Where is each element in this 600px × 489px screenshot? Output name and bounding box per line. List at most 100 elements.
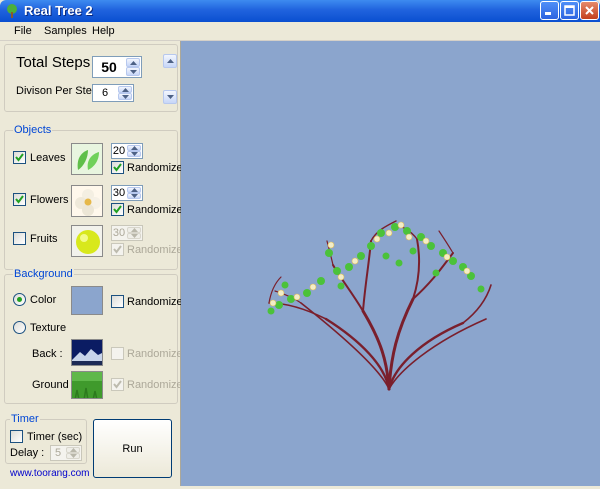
division-up-button[interactable]: [118, 86, 132, 93]
chevron-up-icon: [130, 60, 137, 65]
total-steps-up-button[interactable]: [126, 58, 140, 67]
tree-icon: [7, 4, 17, 18]
texture-radio[interactable]: [13, 321, 26, 334]
scroll-up-button[interactable]: [163, 54, 177, 68]
stepper-arrows: [118, 86, 132, 100]
division-per-step-stepper[interactable]: 6: [92, 84, 134, 102]
back-label: Back :: [32, 348, 63, 360]
fruits-thumbnail[interactable]: [71, 225, 103, 257]
fruit-icon: [76, 230, 100, 254]
delay-down-button[interactable]: [66, 453, 80, 459]
leaves-count-down-button[interactable]: [127, 151, 141, 157]
menu-help[interactable]: Help: [92, 25, 115, 37]
flowers-count-stepper[interactable]: 30: [111, 185, 143, 201]
steps-group: Total Steps 50 Divison Per Step 6: [4, 44, 178, 112]
leaves-randomize-label: Randomize: [127, 162, 183, 174]
ground-texture-thumbnail[interactable]: [71, 371, 103, 399]
title-bar[interactable]: Real Tree 2: [0, 0, 600, 22]
division-down-button[interactable]: [118, 93, 132, 100]
stepper-arrows: [126, 58, 140, 76]
leaves-randomize-checkbox[interactable]: [111, 161, 124, 174]
leaves-thumbnail[interactable]: [71, 143, 103, 175]
color-radio[interactable]: [13, 293, 26, 306]
total-steps-value: 50: [101, 59, 117, 75]
flowers-count-down-button[interactable]: [127, 193, 141, 199]
menu-file[interactable]: File: [14, 25, 32, 37]
checkmark-icon: [113, 163, 122, 172]
ground-randomize-label: Randomize: [127, 379, 183, 391]
chevron-down-icon: [131, 194, 138, 198]
objects-group-title: Objects: [13, 124, 53, 136]
control-panel: Total Steps 50 Divison Per Step 6 Object…: [0, 41, 183, 486]
render-canvas[interactable]: [181, 41, 600, 486]
flowers-checkbox[interactable]: [13, 193, 26, 206]
chevron-down-icon: [131, 234, 138, 238]
flowers-count-value: 30: [112, 187, 126, 199]
chevron-up-icon: [70, 448, 77, 452]
leaves-checkbox[interactable]: [13, 151, 26, 164]
back-randomize-label: Randomize: [127, 348, 183, 360]
flower-icon: [75, 189, 101, 216]
close-button[interactable]: [580, 1, 599, 20]
color-randomize-checkbox[interactable]: [111, 295, 124, 308]
checkmark-icon: [113, 380, 122, 389]
timer-group: Timer Timer (sec) Delay : 5: [5, 413, 87, 464]
minimize-button[interactable]: [540, 1, 559, 20]
flowers-thumbnail[interactable]: [71, 185, 103, 217]
website-link[interactable]: www.toorang.com: [10, 468, 89, 479]
color-swatch[interactable]: [71, 286, 103, 315]
run-button[interactable]: Run: [93, 419, 172, 478]
close-icon: [585, 6, 594, 15]
delay-label: Delay :: [10, 447, 45, 459]
color-label: Color: [30, 294, 57, 306]
leaves-count-stepper[interactable]: 20: [111, 143, 143, 159]
stepper-arrows: [127, 187, 141, 199]
timer-checkbox[interactable]: [10, 430, 23, 443]
total-steps-down-button[interactable]: [126, 67, 140, 76]
stepper-arrows: [127, 145, 141, 157]
color-randomize-label: Randomize: [127, 296, 183, 308]
ground-randomize-checkbox[interactable]: [111, 378, 124, 391]
fruits-label: Fruits: [30, 233, 58, 245]
fruits-count-stepper[interactable]: 30: [111, 225, 143, 241]
division-per-step-value: 6: [101, 87, 109, 99]
flowers-label: Flowers: [30, 194, 69, 206]
texture-label: Texture: [30, 322, 67, 334]
checkmark-icon: [113, 205, 122, 214]
menu-samples[interactable]: Samples: [44, 25, 87, 37]
total-steps-label: Total Steps: [16, 54, 91, 71]
leaves-label: Leaves: [30, 152, 66, 164]
delay-value: 5: [54, 447, 62, 459]
window-title: Real Tree 2: [24, 3, 93, 18]
radio-selected-dot: [17, 297, 22, 302]
maximize-icon: [564, 5, 575, 16]
scroll-down-button[interactable]: [163, 90, 177, 104]
flowers-randomize-checkbox[interactable]: [111, 203, 124, 216]
fruits-count-down-button[interactable]: [127, 233, 141, 239]
chevron-down-icon: [70, 454, 77, 458]
background-group: Background Color Randomize Texture Back …: [4, 268, 183, 404]
total-steps-stepper[interactable]: 50: [92, 56, 142, 78]
background-group-title: Background: [13, 268, 74, 280]
flowers-randomize-label: Randomize: [127, 204, 183, 216]
chevron-up-icon: [122, 87, 129, 92]
checkmark-icon: [113, 245, 122, 254]
ground-label: Ground :: [32, 379, 75, 391]
back-randomize-checkbox[interactable]: [111, 347, 124, 360]
maximize-button[interactable]: [560, 1, 579, 20]
timer-label: Timer (sec): [27, 431, 83, 443]
division-per-step-label: Divison Per Step: [16, 85, 98, 97]
chevron-down-icon: [167, 95, 174, 99]
fruits-count-value: 30: [112, 227, 126, 239]
delay-stepper[interactable]: 5: [50, 445, 82, 461]
fruits-checkbox[interactable]: [13, 232, 26, 245]
chevron-up-icon: [131, 188, 138, 192]
fruits-randomize-checkbox[interactable]: [111, 243, 124, 256]
stepper-arrows: [127, 227, 141, 239]
sky-texture-icon: [72, 340, 102, 365]
back-texture-thumbnail[interactable]: [71, 339, 103, 366]
chevron-down-icon: [122, 94, 129, 99]
chevron-up-icon: [131, 228, 138, 232]
menu-bar: File Samples Help: [0, 22, 600, 41]
chevron-down-icon: [131, 152, 138, 156]
